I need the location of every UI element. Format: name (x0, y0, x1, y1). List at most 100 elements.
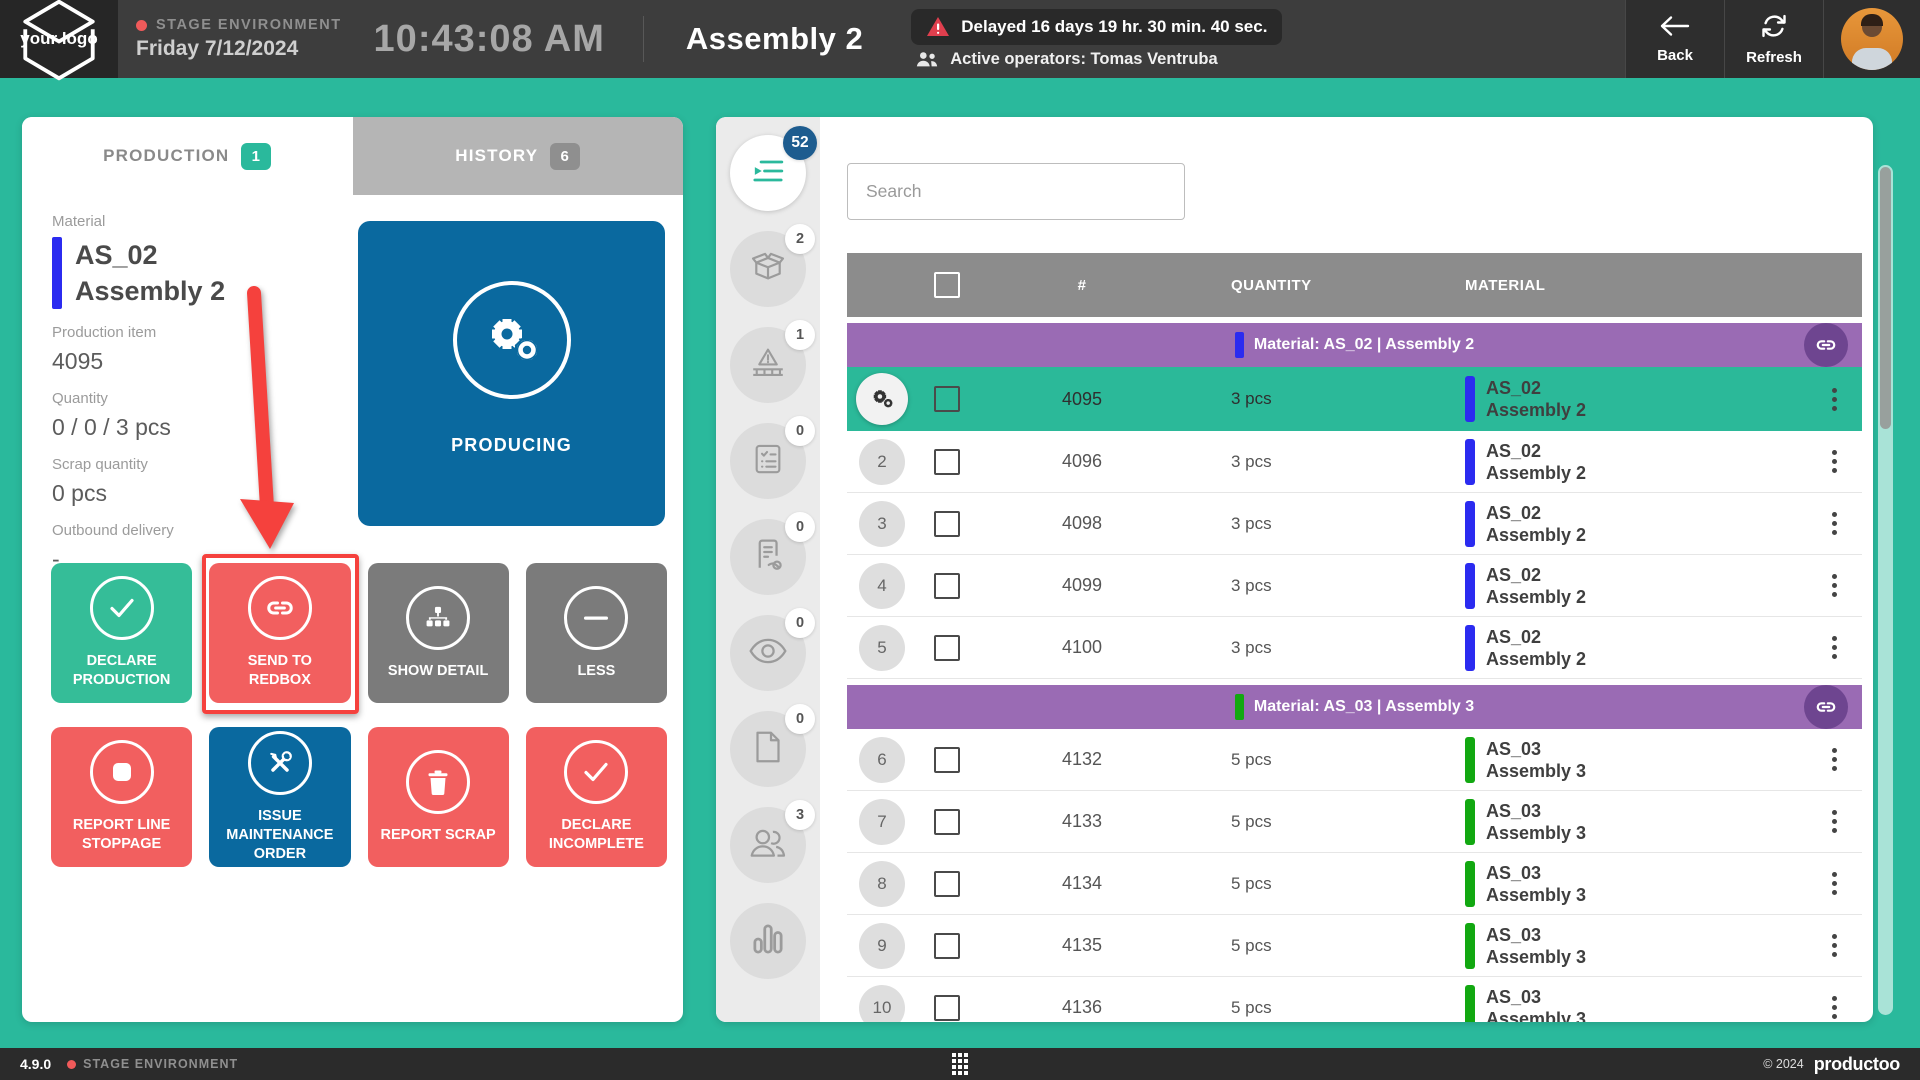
row-menu-button[interactable] (1826, 630, 1843, 665)
declare-production-button[interactable]: DECLARE PRODUCTION (51, 563, 192, 703)
items-table: # QUANTITY MATERIAL Material: AS_02 | As… (847, 253, 1862, 1022)
row-checkbox[interactable] (934, 635, 960, 661)
nav-badge: 52 (783, 126, 817, 160)
nav-badge: 2 (785, 224, 815, 254)
declare-production-label: DECLARE PRODUCTION (57, 652, 186, 690)
row-number: 9 (859, 923, 905, 969)
table-row[interactable]: 5 4100 3 pcs AS_02 (847, 617, 1862, 679)
operators-icon (748, 826, 788, 865)
row-item-number: 4100 (977, 637, 1187, 658)
material-code: AS_02 (75, 237, 225, 273)
producing-label: PRODUCING (451, 435, 572, 456)
send-to-redbox-button[interactable]: SEND TO REDBOX (209, 563, 350, 703)
company-logo: your logo (0, 0, 118, 78)
row-quantity: 3 pcs (1187, 452, 1457, 472)
row-number: 3 (859, 501, 905, 547)
table-row[interactable]: 4095 3 pcs AS_02 Assembly 2 (847, 367, 1862, 431)
back-button[interactable]: Back (1625, 0, 1724, 78)
row-menu-button[interactable] (1826, 444, 1843, 479)
row-quantity: 3 pcs (1187, 576, 1457, 596)
row-material-code: AS_02 (1486, 440, 1586, 462)
row-checkbox[interactable] (934, 995, 960, 1021)
column-quantity: QUANTITY (1187, 277, 1457, 294)
row-menu-button[interactable] (1826, 990, 1843, 1022)
gears-icon (453, 281, 571, 399)
show-detail-label: SHOW DETAIL (388, 662, 488, 681)
tab-history-label: HISTORY (455, 146, 538, 166)
footer-environment-label: STAGE ENVIRONMENT (83, 1057, 238, 1071)
row-checkbox[interactable] (934, 809, 960, 835)
row-menu-button[interactable] (1826, 804, 1843, 839)
row-menu-button[interactable] (1826, 742, 1843, 777)
row-item-number: 4096 (977, 451, 1187, 472)
minus-icon (564, 586, 628, 650)
producing-status-tile[interactable]: PRODUCING (358, 221, 665, 526)
row-material: AS_02 Assembly 2 (1457, 563, 1806, 609)
declare-incomplete-button[interactable]: DECLARE INCOMPLETE (526, 727, 667, 867)
table-row[interactable]: 3 4098 3 pcs AS_02 (847, 493, 1862, 555)
row-item-number: 4135 (977, 935, 1187, 956)
nav-item-inspection-eye[interactable]: 0 (730, 615, 806, 691)
table-row[interactable]: 6 4132 5 pcs AS_03 (847, 729, 1862, 791)
avatar-block[interactable] (1823, 0, 1920, 78)
nav-item-production-queue[interactable]: 52 (730, 135, 806, 211)
row-checkbox[interactable] (934, 933, 960, 959)
row-menu-button[interactable] (1826, 928, 1843, 963)
environment-dot-icon (67, 1060, 76, 1069)
nav-item-document[interactable]: 0 (730, 711, 806, 787)
show-detail-button[interactable]: SHOW DETAIL (368, 563, 509, 703)
table-row[interactable]: 8 4134 5 pcs AS_03 (847, 853, 1862, 915)
row-item-number: 4134 (977, 873, 1187, 894)
nav-item-checklist[interactable]: 0 (730, 423, 806, 499)
tab-history-count: 6 (550, 143, 580, 170)
table-row[interactable]: 7 4133 5 pcs AS_03 (847, 791, 1862, 853)
scrollbar-thumb[interactable] (1880, 167, 1891, 429)
table-row[interactable]: 4 4099 3 pcs AS_02 (847, 555, 1862, 617)
search-input[interactable] (847, 163, 1185, 220)
nav-item-line-warning[interactable]: 1 (730, 327, 806, 403)
row-menu-button[interactable] (1826, 568, 1843, 603)
report-line-stoppage-button[interactable]: REPORT LINE STOPPAGE (51, 727, 192, 867)
vertical-scrollbar[interactable] (1878, 165, 1893, 1015)
row-menu-button[interactable] (1826, 866, 1843, 901)
table-row[interactable]: 2 4096 3 pcs AS_02 (847, 431, 1862, 493)
row-number: 10 (859, 985, 905, 1023)
page-title: Assembly 2 (686, 21, 863, 57)
row-menu-button[interactable] (1826, 506, 1843, 541)
apps-grid-icon[interactable] (952, 1053, 968, 1075)
row-material-name: Assembly 2 (1486, 524, 1586, 546)
refresh-button[interactable]: Refresh (1724, 0, 1823, 78)
row-quantity: 5 pcs (1187, 936, 1457, 956)
table-row[interactable]: 9 4135 5 pcs AS_03 (847, 915, 1862, 977)
nav-badge: 0 (785, 704, 815, 734)
row-checkbox[interactable] (934, 511, 960, 537)
row-checkbox[interactable] (934, 386, 960, 412)
scrap-quantity-value: 0 pcs (52, 480, 352, 507)
tab-production[interactable]: PRODUCTION 1 (22, 117, 353, 195)
table-row[interactable]: 10 4136 5 pcs AS_03 (847, 977, 1862, 1022)
material-name: Assembly 2 (75, 273, 225, 309)
row-material-code: AS_03 (1486, 986, 1586, 1008)
row-menu-button[interactable] (1826, 382, 1843, 417)
row-checkbox[interactable] (934, 747, 960, 773)
row-material-code: AS_02 (1486, 502, 1586, 524)
check-circle-icon (90, 576, 154, 640)
group-link-button[interactable] (1804, 685, 1848, 729)
select-all-checkbox[interactable] (934, 272, 960, 298)
row-checkbox[interactable] (934, 449, 960, 475)
group-link-button[interactable] (1804, 323, 1848, 367)
row-checkbox[interactable] (934, 573, 960, 599)
nav-item-packaging-box[interactable]: 2 (730, 231, 806, 307)
row-checkbox[interactable] (934, 871, 960, 897)
nav-item-operators[interactable]: 3 (730, 807, 806, 883)
nav-item-statistics[interactable] (730, 903, 806, 979)
row-material: AS_02 Assembly 2 (1457, 376, 1806, 422)
tab-history[interactable]: HISTORY 6 (353, 117, 684, 195)
less-button[interactable]: LESS (526, 563, 667, 703)
nav-item-handover-document[interactable]: 0 (730, 519, 806, 595)
report-scrap-button[interactable]: REPORT SCRAP (368, 727, 509, 867)
production-queue-icon (750, 154, 786, 193)
material-color-bar (1235, 332, 1244, 358)
environment-label: STAGE ENVIRONMENT (156, 17, 342, 33)
issue-maintenance-order-button[interactable]: ISSUE MAINTENANCE ORDER (209, 727, 350, 867)
